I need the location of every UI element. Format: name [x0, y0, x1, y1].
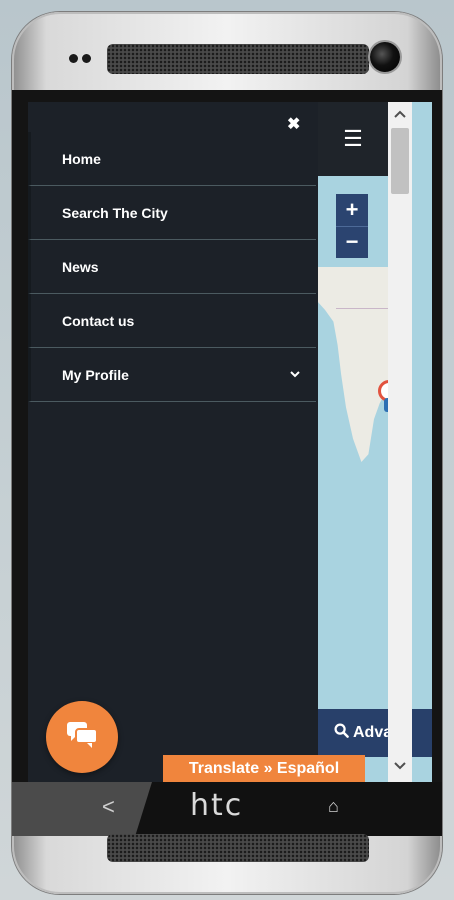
map-border-line	[336, 308, 388, 309]
light-sensor	[82, 54, 91, 63]
translate-bar[interactable]: Translate » Español	[163, 755, 365, 782]
menu-item-search-the-city[interactable]: Search The City	[28, 186, 316, 240]
phone-frame: ☰ + − Adva ✖ Home Search The City News C…	[12, 12, 442, 894]
search-icon	[334, 723, 349, 743]
menu-item-label: My Profile	[62, 366, 129, 383]
drawer-menu: Home Search The City News Contact us My …	[28, 132, 316, 402]
top-speaker-grille	[107, 44, 369, 74]
front-camera	[370, 42, 400, 72]
chat-button[interactable]	[46, 701, 118, 773]
bottom-speaker-grille	[107, 834, 369, 862]
advanced-search-button[interactable]: Adva	[318, 709, 432, 757]
map-land	[318, 267, 388, 462]
chat-bubbles-icon	[65, 720, 99, 755]
zoom-in-button[interactable]: +	[336, 194, 368, 226]
proximity-sensor	[69, 54, 78, 63]
back-icon[interactable]: <	[102, 794, 115, 820]
nav-drawer: ✖ Home Search The City News Contact us M…	[28, 102, 318, 782]
map-header: ☰	[318, 102, 388, 176]
menu-item-label: News	[62, 258, 99, 275]
menu-item-label: Contact us	[62, 312, 135, 329]
zoom-out-button[interactable]: −	[336, 225, 368, 259]
menu-item-label: Search The City	[62, 204, 168, 221]
menu-item-news[interactable]: News	[28, 240, 316, 294]
menu-item-label: Home	[62, 150, 101, 167]
screen-bezel: ☰ + − Adva ✖ Home Search The City News C…	[12, 90, 442, 836]
screen: ☰ + − Adva ✖ Home Search The City News C…	[28, 102, 432, 782]
menu-item-home[interactable]: Home	[28, 132, 316, 186]
system-nav-bar: < htc ⌂	[12, 782, 442, 836]
scroll-down-icon[interactable]	[388, 754, 412, 778]
menu-item-contact-us[interactable]: Contact us	[28, 294, 316, 348]
advanced-search-label: Adva	[353, 724, 393, 741]
scroll-thumb[interactable]	[391, 128, 409, 194]
scrollbar[interactable]	[388, 102, 412, 782]
home-icon[interactable]: ⌂	[328, 796, 339, 817]
hamburger-icon[interactable]: ☰	[343, 128, 363, 150]
menu-item-my-profile[interactable]: My Profile	[28, 348, 316, 402]
zoom-control: + −	[336, 194, 368, 258]
device-brand-logo: htc	[190, 788, 244, 823]
chevron-down-icon[interactable]	[290, 366, 300, 381]
scroll-up-icon[interactable]	[388, 102, 412, 126]
close-icon[interactable]: ✖	[287, 114, 300, 134]
nav-bar-accent	[12, 782, 152, 836]
map-view[interactable]: ☰ + − Adva	[318, 102, 432, 782]
